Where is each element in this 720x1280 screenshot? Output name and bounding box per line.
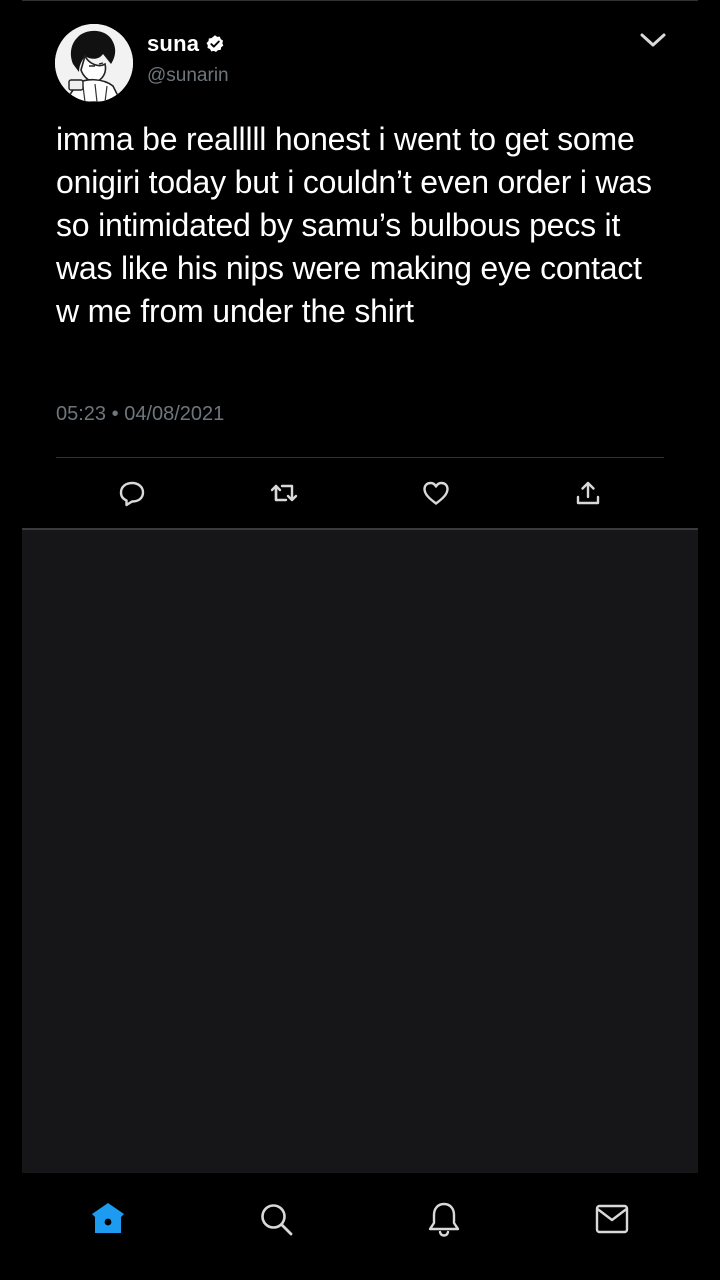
search-icon bbox=[261, 1204, 293, 1236]
tab-search[interactable] bbox=[254, 1197, 298, 1241]
tweet-header: suna @sunarin bbox=[55, 24, 675, 104]
home-icon bbox=[92, 1203, 124, 1233]
tab-notifications[interactable] bbox=[422, 1197, 466, 1241]
user-handle[interactable]: @sunarin bbox=[147, 65, 229, 87]
retweet-icon bbox=[270, 484, 298, 502]
display-name-row[interactable]: suna bbox=[147, 31, 225, 57]
display-name[interactable]: suna bbox=[147, 31, 199, 57]
empty-content-area bbox=[22, 530, 698, 1173]
verified-badge-icon bbox=[205, 34, 225, 54]
retweet-button[interactable] bbox=[267, 476, 301, 510]
tweet-time: 05:23 bbox=[56, 403, 107, 425]
tab-home[interactable] bbox=[86, 1197, 130, 1241]
tweet-date: 04/08/2021 bbox=[124, 403, 225, 425]
top-divider bbox=[22, 0, 698, 1]
share-button[interactable] bbox=[571, 476, 605, 510]
heart-icon bbox=[423, 481, 449, 505]
tweet-timestamp: 05:23 • 04/08/2021 bbox=[56, 403, 224, 426]
avatar[interactable] bbox=[55, 24, 133, 102]
tweet-text: imma be realllll honest i went to get so… bbox=[56, 121, 652, 329]
avatar-illustration bbox=[55, 24, 133, 102]
tweet-detail-screen: suna @sunarin imma be realllll honest i … bbox=[0, 0, 720, 1280]
like-button[interactable] bbox=[419, 476, 453, 510]
mail-icon bbox=[595, 1204, 629, 1234]
tweet-actions-bar bbox=[56, 458, 664, 528]
share-icon bbox=[576, 481, 600, 505]
bottom-tab-bar bbox=[0, 1173, 720, 1280]
tab-messages[interactable] bbox=[590, 1197, 634, 1241]
chevron-down-icon[interactable] bbox=[639, 26, 667, 54]
reply-icon bbox=[119, 481, 145, 507]
bell-icon bbox=[428, 1202, 460, 1237]
reply-button[interactable] bbox=[115, 476, 149, 510]
meta-separator: • bbox=[111, 403, 119, 425]
